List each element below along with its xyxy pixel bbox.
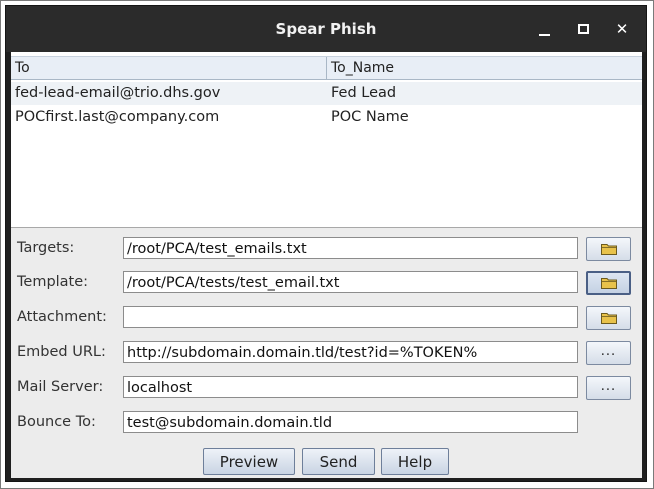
preview-button[interactable]: Preview xyxy=(203,448,295,475)
template-input[interactable]: /root/PCA/tests/test_email.txt xyxy=(123,271,578,293)
table-row[interactable]: POCfirst.last@company.com POC Name xyxy=(11,106,642,129)
cell-to-name: POC Name xyxy=(331,109,409,125)
folder-icon xyxy=(601,278,617,289)
ellipsis-label: ... xyxy=(600,344,617,359)
dialog-content: To To_Name fed-lead-email@trio.dhs.gov F… xyxy=(11,52,642,478)
help-button[interactable]: Help xyxy=(381,448,449,475)
title-bar[interactable]: Spear Phish ✕ xyxy=(6,6,646,52)
table-header: To To_Name xyxy=(11,56,642,80)
minimize-button[interactable] xyxy=(533,17,557,41)
maximize-button[interactable] xyxy=(571,17,595,41)
targets-label: Targets: xyxy=(17,240,75,256)
mail-server-options-button[interactable]: ... xyxy=(586,376,631,400)
attachment-input[interactable] xyxy=(123,306,578,328)
bounce-to-input[interactable]: test@subdomain.domain.tld xyxy=(123,411,578,433)
cell-to: POCfirst.last@company.com xyxy=(15,109,220,125)
folder-icon xyxy=(601,244,617,255)
mail-server-label: Mail Server: xyxy=(17,379,104,395)
targets-browse-button[interactable] xyxy=(586,237,631,261)
attachment-label: Attachment: xyxy=(17,309,107,325)
cell-to: fed-lead-email@trio.dhs.gov xyxy=(15,85,221,101)
spear-phish-window: Spear Phish ✕ To To_Name fed-lead-email@… xyxy=(5,5,647,482)
embed-url-label: Embed URL: xyxy=(17,344,106,360)
ellipsis-label: ... xyxy=(600,379,617,394)
cell-to-name: Fed Lead xyxy=(331,85,397,101)
mail-server-input[interactable]: localhost xyxy=(123,376,578,398)
template-label: Template: xyxy=(17,274,89,290)
column-header-to-name[interactable]: To_Name xyxy=(327,57,642,79)
template-browse-button[interactable] xyxy=(586,271,631,295)
table-row[interactable]: fed-lead-email@trio.dhs.gov Fed Lead xyxy=(11,82,642,105)
minimize-icon xyxy=(539,34,550,36)
recipients-table[interactable]: To To_Name fed-lead-email@trio.dhs.gov F… xyxy=(11,52,642,228)
targets-input[interactable]: /root/PCA/test_emails.txt xyxy=(123,237,578,259)
close-button[interactable]: ✕ xyxy=(610,17,634,41)
send-button[interactable]: Send xyxy=(302,448,375,475)
maximize-icon xyxy=(578,24,589,34)
column-header-to[interactable]: To xyxy=(11,57,327,79)
bounce-to-label: Bounce To: xyxy=(17,414,96,430)
attachment-browse-button[interactable] xyxy=(586,306,631,330)
embed-url-options-button[interactable]: ... xyxy=(586,341,631,365)
embed-url-input[interactable]: http://subdomain.domain.tld/test?id=%TOK… xyxy=(123,341,578,363)
folder-icon xyxy=(601,313,617,324)
